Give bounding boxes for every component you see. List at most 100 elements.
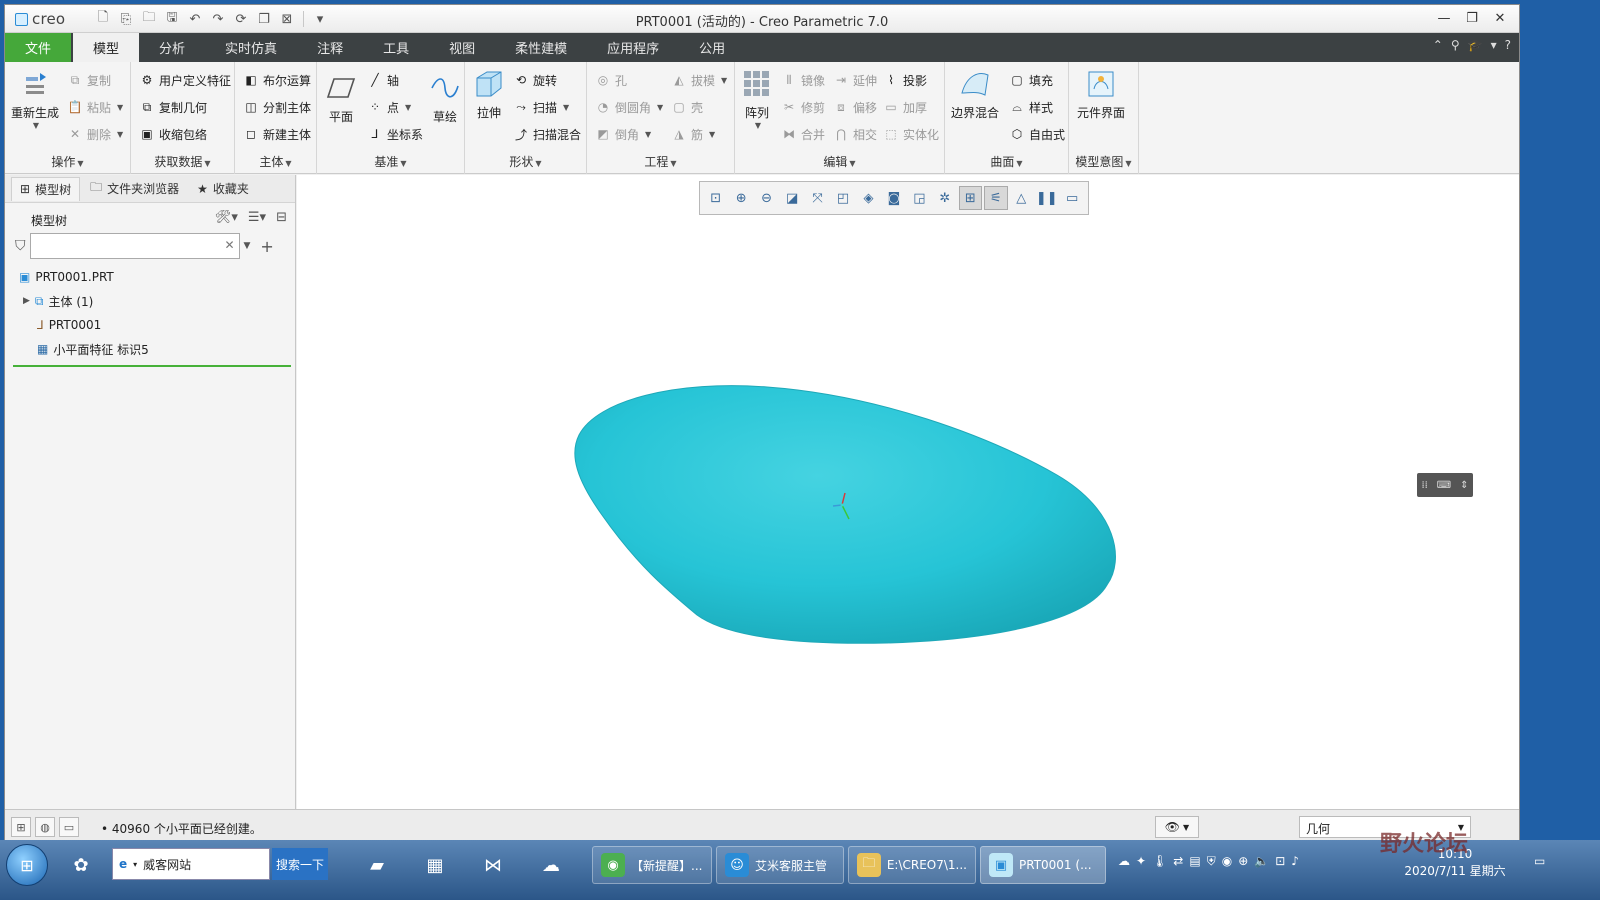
- view-manager-icon[interactable]: ◈: [857, 186, 880, 210]
- tab-folder-browser[interactable]: 🗀 文件夹浏览器: [82, 177, 187, 201]
- zoom-in-icon[interactable]: ⊕: [729, 186, 752, 210]
- tab-applications[interactable]: 应用程序: [587, 33, 679, 62]
- task-creo[interactable]: ▣ PRT0001 (...: [980, 846, 1106, 884]
- tray-status-icon[interactable]: ◉: [1222, 854, 1232, 869]
- copy-button[interactable]: ⧉ 复制: [67, 70, 111, 90]
- visual-studio-icon[interactable]: ⋈: [474, 846, 512, 884]
- fullscreen-icon[interactable]: ▭: [59, 817, 79, 837]
- sketch-button[interactable]: 草绘: [429, 72, 461, 125]
- navigator-toggle-icon[interactable]: ⊞: [11, 817, 31, 837]
- regenerate-button[interactable]: 重新生成 ▼: [11, 68, 59, 130]
- hole-button[interactable]: ◎ 孔: [595, 70, 627, 90]
- intersect-button[interactable]: ⋂ 相交: [833, 124, 877, 144]
- extrude-button[interactable]: 拉伸: [473, 68, 505, 121]
- display-style-icon[interactable]: ◙: [882, 186, 905, 210]
- filter-icon[interactable]: ⛉: [15, 238, 26, 254]
- tree-item-part[interactable]: ▣ PRT0001.PRT: [15, 265, 291, 289]
- pan-icon[interactable]: ⤧: [806, 186, 829, 210]
- annotation-display-icon[interactable]: ✲: [933, 186, 956, 210]
- task-explorer[interactable]: 🗀 E:\CREO7\1...: [848, 846, 976, 884]
- revolve-button[interactable]: ⟲ 旋转: [513, 70, 557, 90]
- community-icon[interactable]: 🎓: [1468, 38, 1483, 52]
- sweep-button[interactable]: ⤳ 扫描 ▼: [513, 97, 569, 117]
- chamfer-button[interactable]: ◩ 倒角 ▼: [595, 124, 651, 144]
- round-button[interactable]: ◔ 倒圆角 ▼: [595, 97, 663, 117]
- close-button[interactable]: ✕: [1487, 7, 1513, 29]
- clear-icon[interactable]: ✕: [224, 238, 234, 252]
- dropdown-icon[interactable]: ▾: [1491, 38, 1497, 52]
- maximize-button[interactable]: ❐: [1459, 7, 1485, 29]
- tree-item-facet[interactable]: ▦ 小平面特征 标识5: [15, 337, 291, 361]
- book-app-icon[interactable]: ▰: [358, 846, 396, 884]
- pinwheel-app-icon[interactable]: ✿: [62, 846, 100, 884]
- tray-cloud-icon[interactable]: ☁: [1118, 854, 1130, 869]
- browser-toggle-icon[interactable]: ◍: [35, 817, 55, 837]
- extend-button[interactable]: ⇥ 延伸: [833, 70, 877, 90]
- delete-button[interactable]: ✕ 删除 ▼: [67, 124, 123, 144]
- find-button[interactable]: 👁 ▼: [1155, 816, 1199, 838]
- columns-icon[interactable]: ⊟: [276, 210, 287, 225]
- tray-shield-icon[interactable]: ⛨: [1207, 854, 1216, 869]
- tray-plus-icon[interactable]: ⊕: [1238, 854, 1248, 869]
- solidify-button[interactable]: ⬚ 实体化: [883, 124, 939, 144]
- repaint-icon[interactable]: ◪: [780, 186, 803, 210]
- group-label-datum[interactable]: 基准 ▼: [317, 153, 464, 170]
- show-icon[interactable]: ☰▾: [248, 210, 266, 225]
- refit-icon[interactable]: ⊡: [704, 186, 727, 210]
- point-button[interactable]: ⁘ 点 ▼: [367, 97, 411, 117]
- volume-icon[interactable]: 🔈: [1254, 854, 1269, 869]
- task-notification[interactable]: ◉ 【新提醒】...: [592, 846, 712, 884]
- tray-sync-icon[interactable]: ⇄: [1173, 854, 1183, 869]
- group-label-model-intent[interactable]: 模型意图 ▼: [1069, 153, 1138, 170]
- datum-display-icon[interactable]: ⊞: [958, 186, 983, 210]
- swept-blend-button[interactable]: ⤴ 扫描混合: [513, 124, 581, 144]
- chevron-updown-icon[interactable]: ⇕: [1460, 480, 1468, 491]
- tab-favorites[interactable]: ★ 收藏夹: [189, 177, 257, 201]
- copy-geometry-button[interactable]: ⧉ 复制几何: [139, 97, 207, 117]
- tab-model-tree[interactable]: ⊞ 模型树: [11, 176, 81, 201]
- pause-icon[interactable]: ❚❚: [1035, 186, 1058, 210]
- tray-card-icon[interactable]: ▤: [1189, 854, 1200, 869]
- group-label-engineering[interactable]: 工程 ▼: [587, 153, 734, 170]
- pattern-button[interactable]: 阵列 ▼: [741, 68, 773, 130]
- render-icon[interactable]: ▭: [1060, 186, 1083, 210]
- tab-tools[interactable]: 工具: [363, 33, 429, 62]
- add-icon[interactable]: +: [260, 237, 273, 256]
- speaker-icon[interactable]: ♪: [1291, 854, 1299, 869]
- shell-button[interactable]: ▢ 壳: [671, 97, 703, 117]
- boundary-blend-button[interactable]: 边界混合: [951, 68, 999, 121]
- tree-item-csys[interactable]: ⅃ PRT0001: [15, 313, 291, 337]
- group-label-get-data[interactable]: 获取数据 ▼: [131, 153, 234, 170]
- component-interface-button[interactable]: 元件界面: [1077, 68, 1125, 121]
- search-help-icon[interactable]: ⚲: [1451, 38, 1460, 52]
- tab-annotate[interactable]: 注释: [297, 33, 363, 62]
- new-body-button[interactable]: ◻ 新建主体: [243, 124, 311, 144]
- perspective-icon[interactable]: ◲: [908, 186, 931, 210]
- boolean-button[interactable]: ◧ 布尔运算: [243, 70, 311, 90]
- csys-display-icon[interactable]: △: [1010, 186, 1033, 210]
- taskbar-search-button[interactable]: 搜索一下: [272, 848, 328, 880]
- search-dropdown-icon[interactable]: ▼: [244, 241, 251, 251]
- settings-icon[interactable]: 🛠▾: [215, 210, 238, 225]
- baidu-netdisk-icon[interactable]: ☁: [532, 846, 570, 884]
- tab-file[interactable]: 文件: [5, 33, 72, 62]
- tab-flexible-modeling[interactable]: 柔性建模: [495, 33, 587, 62]
- keyboard-icon[interactable]: ⌨: [1437, 480, 1451, 491]
- collapse-ribbon-icon[interactable]: ⌃: [1433, 38, 1443, 52]
- network-icon[interactable]: ⊡: [1275, 854, 1285, 869]
- trim-button[interactable]: ✂ 修剪: [781, 97, 825, 117]
- saved-views-icon[interactable]: ◰: [831, 186, 854, 210]
- show-desktop-icon[interactable]: ▭: [1534, 854, 1545, 868]
- tray-temp-icon[interactable]: 🌡: [1152, 854, 1167, 869]
- help-icon[interactable]: ?: [1505, 38, 1511, 52]
- group-label-operations[interactable]: 操作 ▼: [5, 153, 130, 170]
- taskbar-address-box[interactable]: e ▾ 威客网站: [112, 848, 270, 880]
- tree-item-body[interactable]: ▶ ⧉ 主体 (1): [15, 289, 291, 313]
- thicken-button[interactable]: ▭ 加厚: [883, 97, 927, 117]
- group-label-body[interactable]: 主体 ▼: [235, 153, 316, 170]
- plane-button[interactable]: 平面: [325, 72, 357, 125]
- tab-model[interactable]: 模型: [73, 33, 140, 62]
- tree-search-input[interactable]: [29, 233, 240, 259]
- merge-button[interactable]: ⧓ 合并: [781, 124, 825, 144]
- tab-live-simulation[interactable]: 实时仿真: [205, 33, 297, 62]
